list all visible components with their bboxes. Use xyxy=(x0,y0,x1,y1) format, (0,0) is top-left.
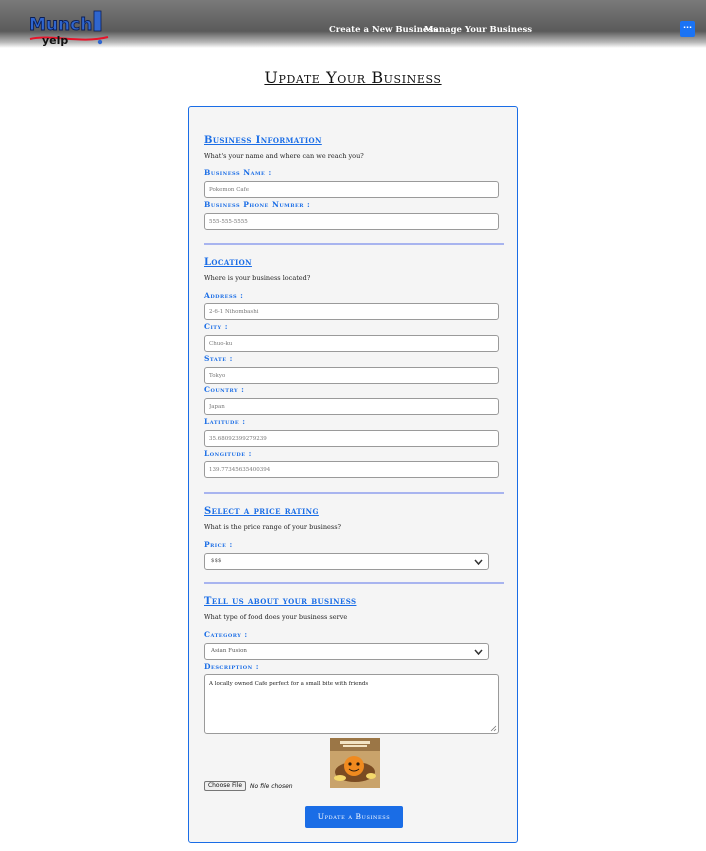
section-desc-price: What is the price range of your business… xyxy=(204,523,342,531)
state-input[interactable] xyxy=(204,367,499,384)
section-heading-business-info: Business Information xyxy=(204,135,322,146)
category-select-value: Asian Fusion xyxy=(211,648,247,654)
price-select-value: $$$ xyxy=(211,558,222,564)
section-heading-about: Tell us about your business xyxy=(204,596,357,607)
description-textarea[interactable]: A locally owned Cafe perfect for a small… xyxy=(204,674,499,734)
category-select[interactable]: Asian Fusion xyxy=(204,643,489,660)
section-divider xyxy=(204,582,504,584)
page-title: Update Your Business xyxy=(264,68,442,87)
country-input[interactable] xyxy=(204,398,499,415)
section-divider xyxy=(204,492,504,494)
update-business-button[interactable]: Update a Business xyxy=(305,806,403,828)
state-label: State : xyxy=(204,354,233,363)
business-name-label: Business Name : xyxy=(204,168,272,177)
section-desc-location: Where is your business located? xyxy=(204,274,311,282)
top-navbar: Munch yelp Create a New Business Manage … xyxy=(0,0,706,48)
category-label: Category : xyxy=(204,630,248,639)
chevron-down-icon xyxy=(474,559,483,566)
logo-dot xyxy=(97,39,103,45)
logo-word-bottom: yelp xyxy=(42,34,68,47)
price-select[interactable]: $$$ xyxy=(204,553,489,570)
section-desc-business-info: What's your name and where can we reach … xyxy=(204,152,364,160)
city-input[interactable] xyxy=(204,335,499,352)
logo-exclaim xyxy=(93,10,102,32)
price-label: Price : xyxy=(204,540,233,549)
choose-file-button[interactable]: Choose File xyxy=(204,781,246,791)
description-label: Description : xyxy=(204,662,260,671)
update-business-form: Business Information What's your name an… xyxy=(188,106,518,843)
business-photo-thumbnail xyxy=(330,738,380,788)
city-label: City : xyxy=(204,322,228,331)
latitude-label: Latitude : xyxy=(204,417,246,426)
ellipsis-icon[interactable]: ··· xyxy=(680,21,695,37)
longitude-label: Longitude : xyxy=(204,449,252,458)
business-phone-label: Business Phone Number : xyxy=(204,200,311,209)
nav-manage-business-link[interactable]: Manage Your Business xyxy=(424,25,532,35)
section-heading-price: Select a price rating xyxy=(204,506,319,517)
section-heading-location: Location xyxy=(204,257,252,268)
logo-word-top: Munch xyxy=(29,15,92,35)
latitude-input[interactable] xyxy=(204,430,499,447)
nav-create-business-link[interactable]: Create a New Business xyxy=(329,25,438,35)
file-status-text: No file chosen xyxy=(250,783,293,790)
address-label: Address : xyxy=(204,291,244,300)
address-input[interactable] xyxy=(204,303,499,320)
country-label: Country : xyxy=(204,385,245,394)
resize-grip-icon[interactable] xyxy=(490,725,497,732)
business-phone-input[interactable] xyxy=(204,213,499,230)
longitude-input[interactable] xyxy=(204,461,499,478)
menu-button-label: ··· xyxy=(682,23,693,32)
description-text: A locally owned Cafe perfect for a small… xyxy=(209,681,369,687)
munch-yelp-logo[interactable]: Munch yelp xyxy=(26,8,110,48)
section-desc-about: What type of food does your business ser… xyxy=(204,613,348,621)
chevron-down-icon xyxy=(474,649,483,656)
section-divider xyxy=(204,243,504,245)
business-name-input[interactable] xyxy=(204,181,499,198)
